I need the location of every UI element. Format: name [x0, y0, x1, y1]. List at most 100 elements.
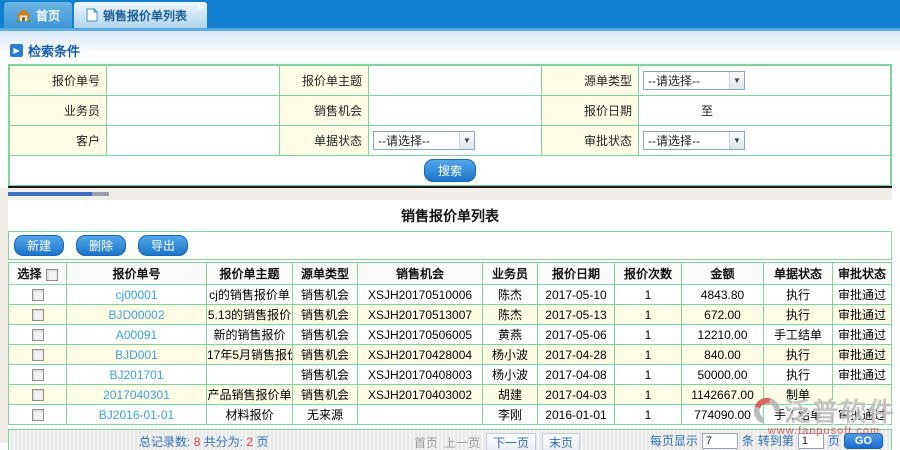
table-cell: 2017-04-28: [538, 345, 615, 365]
table-cell: 无来源: [293, 405, 358, 425]
table-cell: 陈杰: [483, 305, 538, 325]
table-cell: 2017-05-10: [538, 285, 615, 305]
per-page-input[interactable]: [702, 433, 738, 449]
row-checkbox[interactable]: [32, 349, 44, 361]
chevron-down-icon: ▼: [729, 72, 744, 89]
doc-status-label: 单据状态: [280, 126, 369, 156]
per-page-suffix: 条: [742, 432, 754, 449]
quote-date-range[interactable]: 至: [643, 102, 886, 119]
table-cell: 17年5月销售报价单: [207, 345, 293, 365]
scrollbar-thumb[interactable]: [8, 192, 92, 196]
chevron-down-icon: ▼: [729, 132, 744, 149]
table-cell: 774090.00: [682, 405, 764, 425]
search-button[interactable]: 搜索: [424, 159, 476, 182]
doc-status-select[interactable]: --请选择-- ▼: [373, 131, 475, 150]
close-icon[interactable]: ×: [197, 3, 203, 13]
goto-page-input[interactable]: [798, 433, 824, 449]
quote-no-link[interactable]: BJ2016-01-01: [67, 405, 207, 425]
search-form: 报价单号 报价单主题 源单类型 --请选择-- ▼ 业务员 销售机: [9, 65, 891, 186]
opportunity-input[interactable]: [373, 101, 537, 121]
table-cell: XSJH20170506005: [358, 325, 483, 345]
horizontal-scrollbar[interactable]: [8, 188, 892, 200]
delete-button[interactable]: 删除: [76, 235, 126, 256]
per-page-label: 每页显示: [650, 432, 698, 449]
column-header: 单据状态: [764, 263, 833, 285]
table-row: BJ2016-01-01材料报价无来源李刚2016-01-011774090.0…: [9, 405, 892, 425]
select-all-checkbox[interactable]: [46, 269, 58, 281]
table-cell: 李刚: [483, 405, 538, 425]
source-type-label: 源单类型: [542, 66, 639, 96]
table-cell: 审批通过: [833, 285, 892, 305]
table-cell: 审批通过: [833, 365, 892, 385]
scrollbar-tail: [92, 192, 109, 196]
table-row: BJD00117年5月销售报价单销售机会XSJH20170428004杨小波20…: [9, 345, 892, 365]
table-cell: 1: [615, 325, 682, 345]
table-cell: 执行: [764, 365, 833, 385]
total-count: 8: [194, 435, 201, 449]
page-title: 销售报价单列表: [8, 200, 892, 231]
next-page-button[interactable]: 下一页: [486, 433, 536, 450]
table-cell: 1142667.00: [682, 385, 764, 405]
list-section: 销售报价单列表 新建删除导出 选择报价单号报价单主题源单类型销售机会业务员报价日…: [0, 188, 900, 450]
row-checkbox[interactable]: [32, 409, 44, 421]
table-cell: 销售机会: [293, 325, 358, 345]
table-cell: XSJH20170428004: [358, 345, 483, 365]
table-row: BJ201701销售机会XSJH20170408003杨小波2017-04-08…: [9, 365, 892, 385]
subject-label: 报价单主题: [280, 66, 369, 96]
document-icon: [86, 8, 98, 22]
tab-sales-quote-list[interactable]: 销售报价单列表 ×: [74, 2, 207, 28]
table-cell: 2017-05-06: [538, 325, 615, 345]
table-cell: [833, 385, 892, 405]
record-totals: 总记录数: 8 共分为: 2 页: [139, 433, 268, 450]
prev-page-link[interactable]: 上一页: [444, 434, 480, 450]
go-button[interactable]: GO: [844, 433, 883, 449]
subject-input[interactable]: [373, 71, 537, 91]
quote-no-link[interactable]: BJD00002: [67, 305, 207, 325]
row-checkbox[interactable]: [32, 309, 44, 321]
row-checkbox[interactable]: [32, 389, 44, 401]
tab-bar: 首页 销售报价单列表 ×: [0, 0, 900, 28]
quote-no-link[interactable]: cj00001: [67, 285, 207, 305]
quote-date-label: 报价日期: [542, 96, 639, 126]
last-page-button[interactable]: 末页: [542, 433, 580, 450]
table-cell: 制单: [764, 385, 833, 405]
table-cell: 2016-01-01: [538, 405, 615, 425]
table-cell: 销售机会: [293, 285, 358, 305]
quote-no-link[interactable]: BJD001: [67, 345, 207, 365]
quote-no-link[interactable]: 2017040301: [67, 385, 207, 405]
date-separator: 至: [701, 102, 713, 119]
tab-label: 销售报价单列表: [103, 7, 187, 24]
table-cell: 5.13的销售报价: [207, 305, 293, 325]
column-header: 业务员: [483, 263, 538, 285]
new-button[interactable]: 新建: [14, 235, 64, 256]
approval-status-select[interactable]: --请选择-- ▼: [643, 131, 745, 150]
table-row: cj00001cj的销售报价单销售机会XSJH20170510006陈杰2017…: [9, 285, 892, 305]
row-checkbox[interactable]: [32, 369, 44, 381]
app-window: 首页 销售报价单列表 × ▶ 检索条件 报价单号 报价单主题: [0, 0, 900, 450]
tab-home[interactable]: 首页: [4, 2, 72, 28]
table-cell: 执行: [764, 285, 833, 305]
doc-status-value: --请选择--: [378, 132, 430, 149]
quote-no-label: 报价单号: [10, 66, 107, 96]
table-cell: 1: [615, 365, 682, 385]
quote-no-input[interactable]: [111, 71, 275, 91]
table-cell: [358, 405, 483, 425]
salesperson-input[interactable]: [111, 101, 275, 121]
search-header[interactable]: ▶ 检索条件: [8, 31, 892, 64]
quote-no-link[interactable]: A00091: [67, 325, 207, 345]
source-type-select[interactable]: --请选择-- ▼: [643, 71, 745, 90]
table-cell: 1: [615, 385, 682, 405]
customer-input[interactable]: [111, 131, 275, 151]
table-cell: 胡建: [483, 385, 538, 405]
table-cell: 审批通过: [833, 305, 892, 325]
row-checkbox[interactable]: [32, 289, 44, 301]
quote-no-link[interactable]: BJ201701: [67, 365, 207, 385]
table-cell: 销售机会: [293, 365, 358, 385]
first-page-link[interactable]: 首页: [414, 434, 438, 450]
table-cell: 672.00: [682, 305, 764, 325]
export-button[interactable]: 导出: [138, 235, 188, 256]
table-cell: 新的销售报价: [207, 325, 293, 345]
row-checkbox[interactable]: [32, 329, 44, 341]
table-cell: 产品销售报价单: [207, 385, 293, 405]
column-header: 金额: [682, 263, 764, 285]
